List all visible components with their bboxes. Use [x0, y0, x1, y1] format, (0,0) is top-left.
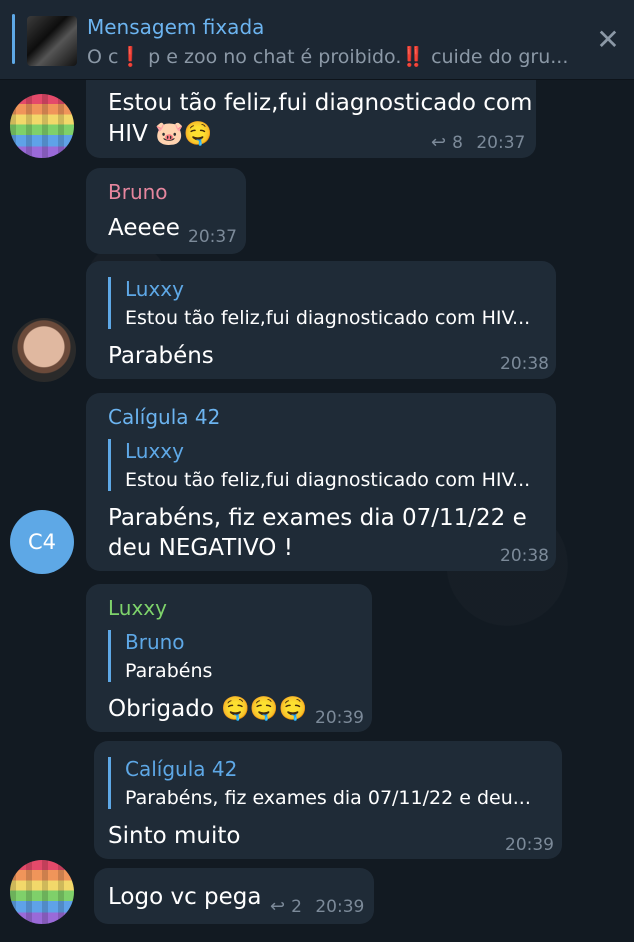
message-time: 20:38	[500, 546, 549, 566]
reply-count: 8	[452, 133, 463, 153]
sender-name[interactable]: Calígula 42	[108, 405, 220, 429]
message-time: 20:39	[315, 897, 365, 917]
pinned-thumbnail	[27, 16, 77, 66]
reply-quote-sender: Luxxy	[125, 439, 184, 463]
avatar[interactable]	[10, 860, 74, 924]
reply-quote[interactable]: Calígula 42 Parabéns, fiz exames dia 07/…	[108, 757, 531, 809]
message-time: 20:39	[505, 835, 554, 855]
message-text: Aeeee	[108, 215, 180, 241]
message-text: deu NEGATIVO !	[108, 535, 293, 561]
message-time: 20:37	[476, 133, 526, 153]
reply-icon: ↩	[270, 896, 286, 917]
reply-quote-sender: Calígula 42	[125, 757, 238, 781]
pinned-message-bar[interactable]: Mensagem fixada O c❗ p e zoo no chat é p…	[0, 0, 634, 80]
message-bubble[interactable]: Luxxy Bruno Parabéns Obrigado 🤤🤤🤤 20:39	[86, 584, 372, 732]
sender-name[interactable]: Bruno	[108, 180, 168, 204]
reply-count: 2	[291, 897, 302, 917]
reply-quote-sender: Luxxy	[125, 277, 184, 301]
message-meta: ↩ 2 20:39	[270, 896, 364, 917]
message-text: Parabéns	[108, 343, 214, 369]
message-bubble[interactable]: Calígula 42 Luxxy Estou tão feliz,fui di…	[86, 393, 556, 571]
reply-icon: ↩	[431, 132, 447, 153]
sender-name[interactable]: Luxxy	[108, 596, 167, 620]
message-text: Parabéns, fiz exames dia 07/11/22 e	[108, 505, 527, 531]
reply-quote[interactable]: Luxxy Estou tão feliz,fui diagnosticado …	[108, 439, 530, 491]
message-meta: ↩ 8 20:37	[431, 132, 525, 153]
close-icon[interactable]: ✕	[594, 26, 622, 54]
reply-quote-text: Estou tão feliz,fui diagnosticado com HI…	[125, 469, 531, 491]
message-text: HIV 🐷🤤	[108, 121, 213, 147]
avatar[interactable]	[12, 318, 76, 382]
reply-quote-text: Parabéns, fiz exames dia 07/11/22 e deu.…	[125, 787, 531, 809]
pinned-accent-bar	[12, 14, 15, 64]
avatar[interactable]	[10, 94, 74, 158]
reply-quote-sender: Bruno	[125, 630, 185, 654]
message-text: Estou tão feliz,fui diagnosticado com	[108, 90, 533, 116]
pinned-text: O c❗ p e zoo no chat é proibido.‼️ cuide…	[87, 46, 567, 68]
reply-quote-text: Estou tão feliz,fui diagnosticado com HI…	[125, 307, 531, 329]
message-bubble[interactable]: Luxxy Estou tão feliz,fui diagnosticado …	[86, 261, 556, 379]
message-time: 20:37	[188, 227, 237, 247]
avatar[interactable]: C4	[10, 510, 74, 574]
pinned-title: Mensagem fixada	[87, 15, 265, 39]
message-bubble[interactable]: Calígula 42 Parabéns, fiz exames dia 07/…	[94, 741, 562, 859]
message-text: Obrigado 🤤🤤🤤	[108, 696, 308, 722]
reply-quote[interactable]: Luxxy Estou tão feliz,fui diagnosticado …	[108, 277, 530, 329]
message-time: 20:38	[500, 354, 549, 374]
message-text: Sinto muito	[108, 823, 241, 849]
message-text: Logo vc pega	[108, 884, 262, 910]
reply-quote[interactable]: Bruno Parabéns	[108, 630, 212, 682]
message-bubble[interactable]: Logo vc pega ↩ 2 20:39	[94, 868, 374, 924]
message-bubble[interactable]: Bruno Aeeee 20:37	[86, 168, 246, 254]
message-time: 20:39	[315, 708, 364, 728]
reply-quote-text: Parabéns	[125, 660, 213, 682]
